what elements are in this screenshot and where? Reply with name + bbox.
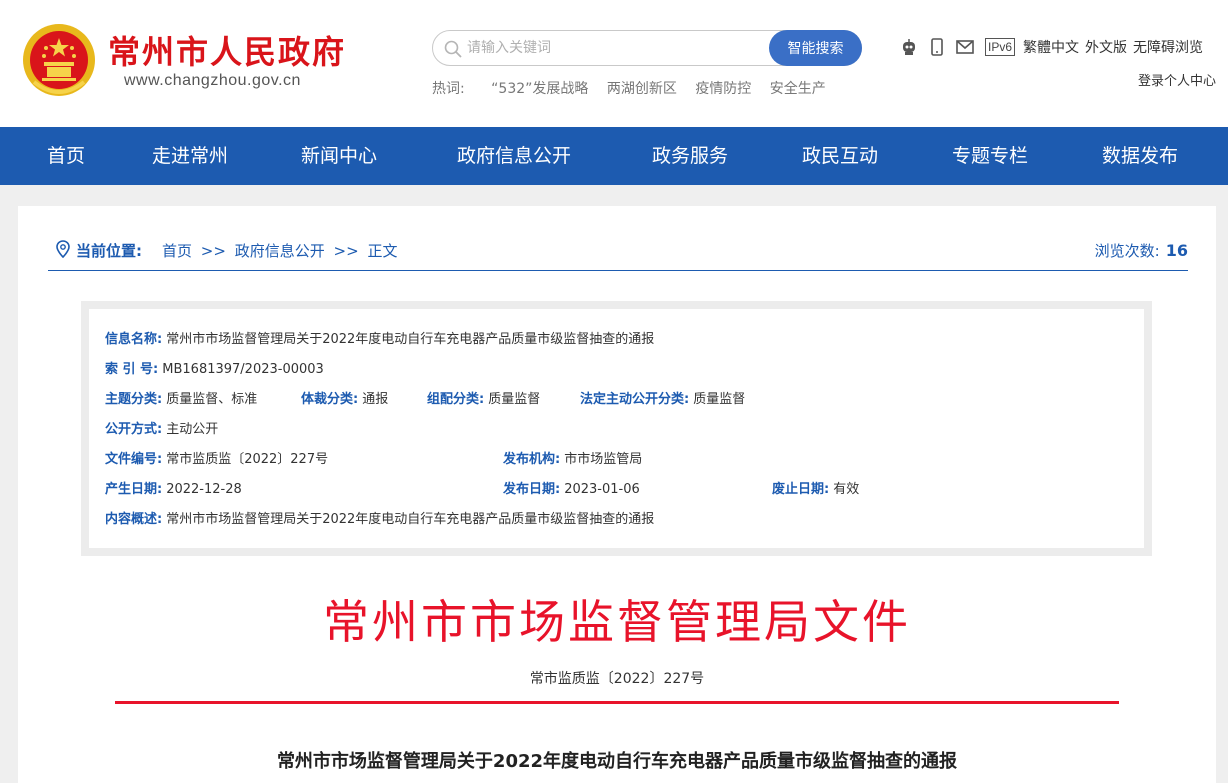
hotword-link[interactable]: 疫情防控: [695, 81, 751, 97]
meta-file-number: 文件编号: 常市监质监〔2022〕227号: [105, 452, 329, 467]
login-personal-center-link[interactable]: 登录个人中心: [1138, 70, 1216, 89]
site-header: 常州市人民政府 www.changzhou.gov.cn 智能搜索 热词: “5…: [0, 0, 1228, 127]
content-card: 当前位置: 首页 >> 政府信息公开 >> 正文 浏览次数: 16 信息名称: 常州…: [18, 206, 1216, 783]
hotword-link[interactable]: 安全生产: [770, 81, 826, 97]
nav-item-news[interactable]: 新闻中心: [301, 127, 377, 185]
meta-published-date: 发布日期: 2023-01-06: [503, 482, 640, 497]
smart-search-button[interactable]: 智能搜索: [769, 30, 862, 66]
view-count: 浏览次数: 16: [1095, 240, 1188, 261]
nav-item-interaction[interactable]: 政民互动: [802, 127, 878, 185]
breadcrumb-label: 当前位置:: [76, 242, 142, 260]
meta-legal-category: 法定主动公开分类: 质量监督: [580, 392, 746, 407]
nav-item-data[interactable]: 数据发布: [1102, 127, 1178, 185]
view-count-label: 浏览次数:: [1094, 242, 1160, 260]
site-title[interactable]: 常州市人民政府: [108, 32, 346, 72]
search-icon: [444, 40, 462, 58]
meta-expire-date: 废止日期: 有效: [772, 482, 860, 497]
nav-item-topics[interactable]: 专题专栏: [952, 127, 1028, 185]
meta-disclosure-mode: 公开方式: 主动公开: [105, 422, 219, 437]
foreign-version-link[interactable]: 外文版: [1085, 37, 1127, 57]
top-tools: IPv6 繁體中文 外文版 无障碍浏览: [899, 36, 1209, 58]
nav-item-info-disclosure[interactable]: 政府信息公开: [457, 127, 571, 185]
meta-org-category: 组配分类: 质量监督: [427, 392, 541, 407]
hotword-link[interactable]: 两湖创新区: [607, 81, 677, 97]
traditional-chinese-link[interactable]: 繁體中文: [1023, 37, 1079, 57]
nav-item-home[interactable]: 首页: [47, 127, 85, 185]
breadcrumb-home-link[interactable]: 首页: [162, 242, 192, 260]
mail-icon[interactable]: [955, 37, 975, 57]
meta-index-no: 索 引 号: MB1681397/2023-00003: [105, 362, 324, 377]
meta-publisher: 发布机构: 市市场监管局: [503, 452, 643, 467]
document-red-divider: [115, 701, 1119, 704]
nav-item-services[interactable]: 政务服务: [652, 127, 728, 185]
breadcrumb: 当前位置: 首页 >> 政府信息公开 >> 正文 浏览次数: 16: [48, 236, 1188, 271]
search-input[interactable]: [467, 35, 767, 61]
meta-summary: 内容概述: 常州市市场监督管理局关于2022年度电动自行车充电器产品质量市级监督抽…: [105, 512, 655, 527]
meta-created-date: 产生日期: 2022-12-28: [105, 482, 242, 497]
meta-info-name: 信息名称: 常州市市场监督管理局关于2022年度电动自行车充电器产品质量市级监督抽…: [105, 332, 655, 347]
meta-genre: 体裁分类: 通报: [301, 392, 389, 407]
breadcrumb-separator: >>: [200, 242, 226, 260]
info-metadata-panel: 信息名称: 常州市市场监督管理局关于2022年度电动自行车充电器产品质量市级监督抽…: [81, 301, 1152, 556]
accessible-browsing-link[interactable]: 无障碍浏览: [1133, 37, 1203, 57]
site-url: www.changzhou.gov.cn: [124, 72, 301, 89]
document-issuer-heading: 常州市市场监督管理局文件: [323, 595, 911, 649]
hotwords-label: 热词:: [432, 81, 465, 97]
search-box: 智能搜索: [432, 30, 862, 66]
robot-icon[interactable]: [899, 37, 919, 57]
mobile-icon[interactable]: [927, 37, 947, 57]
breadcrumb-separator: >>: [333, 242, 359, 260]
nav-item-about[interactable]: 走进常州: [152, 127, 228, 185]
meta-topic: 主题分类: 质量监督、标准: [105, 392, 258, 407]
hotwords: 热词: “532”发展战略 两湖创新区 疫情防控 安全生产: [432, 80, 840, 98]
ipv6-badge: IPv6: [985, 38, 1016, 56]
view-count-value: 16: [1165, 241, 1188, 260]
breadcrumb-info-link[interactable]: 政府信息公开: [235, 242, 325, 260]
document-number: 常市监质监〔2022〕227号: [529, 671, 705, 687]
location-pin-icon: [56, 240, 70, 258]
hotword-link[interactable]: “532”发展战略: [491, 81, 588, 97]
main-nav: 首页 走进常州 新闻中心 政府信息公开 政务服务 政民互动 专题专栏 数据发布: [0, 127, 1228, 185]
info-metadata-inner: 信息名称: 常州市市场监督管理局关于2022年度电动自行车充电器产品质量市级监督抽…: [89, 309, 1144, 548]
breadcrumb-path: 首页 >> 政府信息公开 >> 正文: [162, 240, 401, 261]
national-emblem-icon: [23, 24, 95, 96]
breadcrumb-current: 正文: [367, 242, 398, 260]
document-title: 常州市市场监督管理局关于2022年度电动自行车充电器产品质量市级监督抽查的通报: [276, 751, 958, 772]
